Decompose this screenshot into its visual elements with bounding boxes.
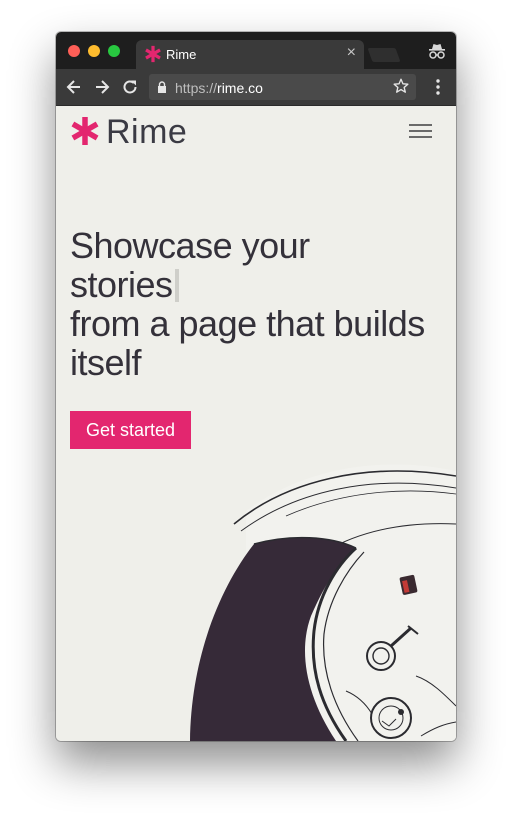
- reload-icon[interactable]: [120, 77, 140, 97]
- headline-line-3: from a page that builds: [70, 303, 425, 344]
- minimize-window-button[interactable]: [88, 45, 100, 57]
- headline-line-1: Showcase your: [70, 225, 310, 266]
- hero-headline: Showcase your stories from a page that b…: [70, 226, 454, 382]
- url-text: https://rime.co: [175, 80, 263, 96]
- incognito-icon: [429, 44, 445, 59]
- url-host: rime.co: [217, 80, 263, 96]
- menu-icon[interactable]: [432, 77, 444, 97]
- tab-close-icon[interactable]: ×: [347, 44, 356, 62]
- tab-title: Rime: [166, 47, 197, 62]
- address-bar[interactable]: https://rime.co: [149, 74, 416, 100]
- astronaut-helmet-illustration: [190, 464, 456, 741]
- rime-favicon-icon: [145, 45, 161, 63]
- hamburger-menu-icon[interactable]: [409, 124, 432, 139]
- star-icon[interactable]: [392, 77, 410, 95]
- rime-asterisk-logo-icon[interactable]: [70, 116, 100, 146]
- lock-icon: [158, 81, 166, 93]
- headline-line-4: itself: [70, 342, 142, 383]
- get-started-button[interactable]: Get started: [70, 411, 191, 449]
- browser-tab[interactable]: Rime ×: [136, 40, 364, 69]
- tab-strip: Rime ×: [56, 32, 456, 69]
- browser-window: Rime × https://rime.co Rime Showcase you…: [56, 32, 456, 741]
- new-tab-button[interactable]: [367, 48, 401, 62]
- url-scheme: https://: [175, 80, 218, 96]
- back-icon[interactable]: [64, 77, 84, 97]
- close-window-button[interactable]: [68, 45, 80, 57]
- browser-toolbar: https://rime.co: [56, 69, 456, 106]
- page-content: Rime Showcase your stories from a page t…: [56, 106, 456, 741]
- headline-line-2: stories: [70, 264, 173, 305]
- zoom-window-button[interactable]: [108, 45, 120, 57]
- forward-icon[interactable]: [92, 77, 112, 97]
- typing-cursor: [174, 269, 179, 302]
- brand-name[interactable]: Rime: [106, 113, 187, 152]
